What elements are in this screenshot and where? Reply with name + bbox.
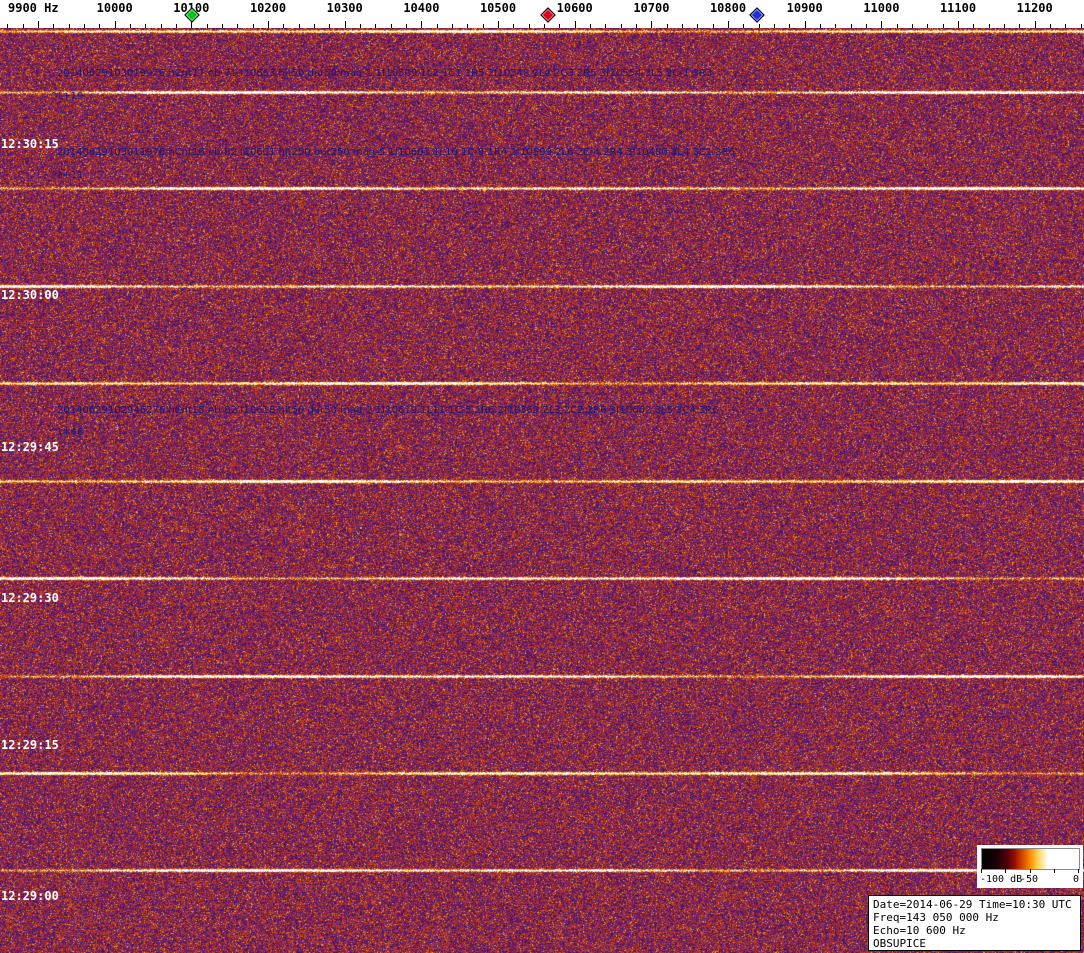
freq-major-tick: [728, 21, 729, 28]
freq-tick-label: 10900: [786, 1, 823, 15]
freq-tick-label: 10600: [556, 1, 593, 15]
spectrogram-plot: 12:30:15 12:30:00 12:29:45 12:29:30 12:29:15…: [0, 28, 1084, 953]
info-echo: Echo=10 600 Hz: [873, 924, 966, 937]
freq-tick-label: 9900 Hz: [8, 1, 59, 15]
info-frequency: Freq=143 050 000 Hz: [873, 911, 999, 924]
time-label: 12:29:45: [1, 440, 59, 454]
freq-major-tick: [574, 21, 576, 28]
colorbar-gradient: [981, 848, 1080, 870]
colorbar-tick: [1005, 869, 1007, 873]
freq-tick-label: 10200: [249, 1, 287, 15]
time-label: 12:29:30: [1, 591, 59, 605]
freq-tick-label: 10300: [326, 1, 363, 15]
freq-major-tick: [651, 21, 653, 28]
freq-tick-label: 11200: [1016, 1, 1053, 15]
freq-tick-label: 11100: [939, 1, 977, 15]
info-station: OBSUPICE: [873, 937, 926, 950]
freq-major-tick: [38, 21, 39, 28]
detection-annotation: 20140629103011976 hCnt16 nb-82 f10601 hi…: [57, 147, 735, 158]
freq-major-tick: [1034, 21, 1036, 28]
freq-tick-label: 10500: [479, 1, 517, 15]
colorbar-label-max: 0: [1072, 874, 1079, 885]
spectrogram-canvas: [0, 28, 1084, 953]
detection-annotation: 20140629102946276 hCnt15 nb-82 f10618 hi…: [57, 405, 719, 416]
freq-marker-red[interactable]: [540, 7, 556, 23]
freq-major-tick: [804, 21, 806, 28]
freq-major-tick: [421, 21, 423, 28]
detection-time-offset: ^t+11: [50, 170, 84, 181]
detection-annotation: 20140629103019976 hCnt17 nb-71 f10663 hi…: [57, 68, 713, 79]
freq-tick-label: 11000: [863, 1, 900, 15]
spectrogram-viewer: 9900 Hz100001010010200103001040010500106…: [0, 0, 1084, 953]
freq-major-tick: [881, 21, 883, 28]
colorbar-tick: [981, 869, 982, 873]
freq-major-tick: [958, 21, 959, 28]
freq-major-tick: [498, 21, 499, 28]
time-label: 12:30:15: [1, 137, 59, 151]
colorbar-label-min: -100 dB: [980, 874, 1023, 885]
time-label: 12:30:00: [1, 288, 59, 302]
colorbar-tick: [1029, 869, 1031, 873]
info-date-time: Date=2014-06-29 Time=10:30 UTC: [873, 898, 1072, 911]
freq-major-tick: [344, 21, 346, 28]
freq-major-tick: [114, 21, 116, 28]
colorbar-label-mid: -50: [1019, 874, 1039, 885]
freq-tick-label: 10400: [403, 1, 440, 15]
detection-time-offset: ^t+19: [50, 91, 84, 102]
colorbar-tick: [1078, 869, 1079, 873]
detection-time-offset: ^t+46: [50, 427, 84, 438]
colorbar-tick: [1053, 869, 1055, 873]
freq-tick-label: 10700: [633, 1, 670, 15]
colorbar: -100 dB -50 0: [977, 845, 1083, 888]
freq-marker-blue[interactable]: [749, 7, 765, 23]
time-label: 12:29:15: [1, 738, 59, 752]
time-label: 12:29:00: [1, 889, 59, 903]
freq-major-tick: [268, 21, 269, 28]
freq-tick-label: 10000: [96, 1, 133, 15]
freq-tick-label: 10800: [709, 1, 747, 15]
info-box: Date=2014-06-29 Time=10:30 UTC Freq=143 …: [868, 895, 1081, 951]
frequency-axis: 9900 Hz100001010010200103001040010500106…: [0, 0, 1084, 28]
